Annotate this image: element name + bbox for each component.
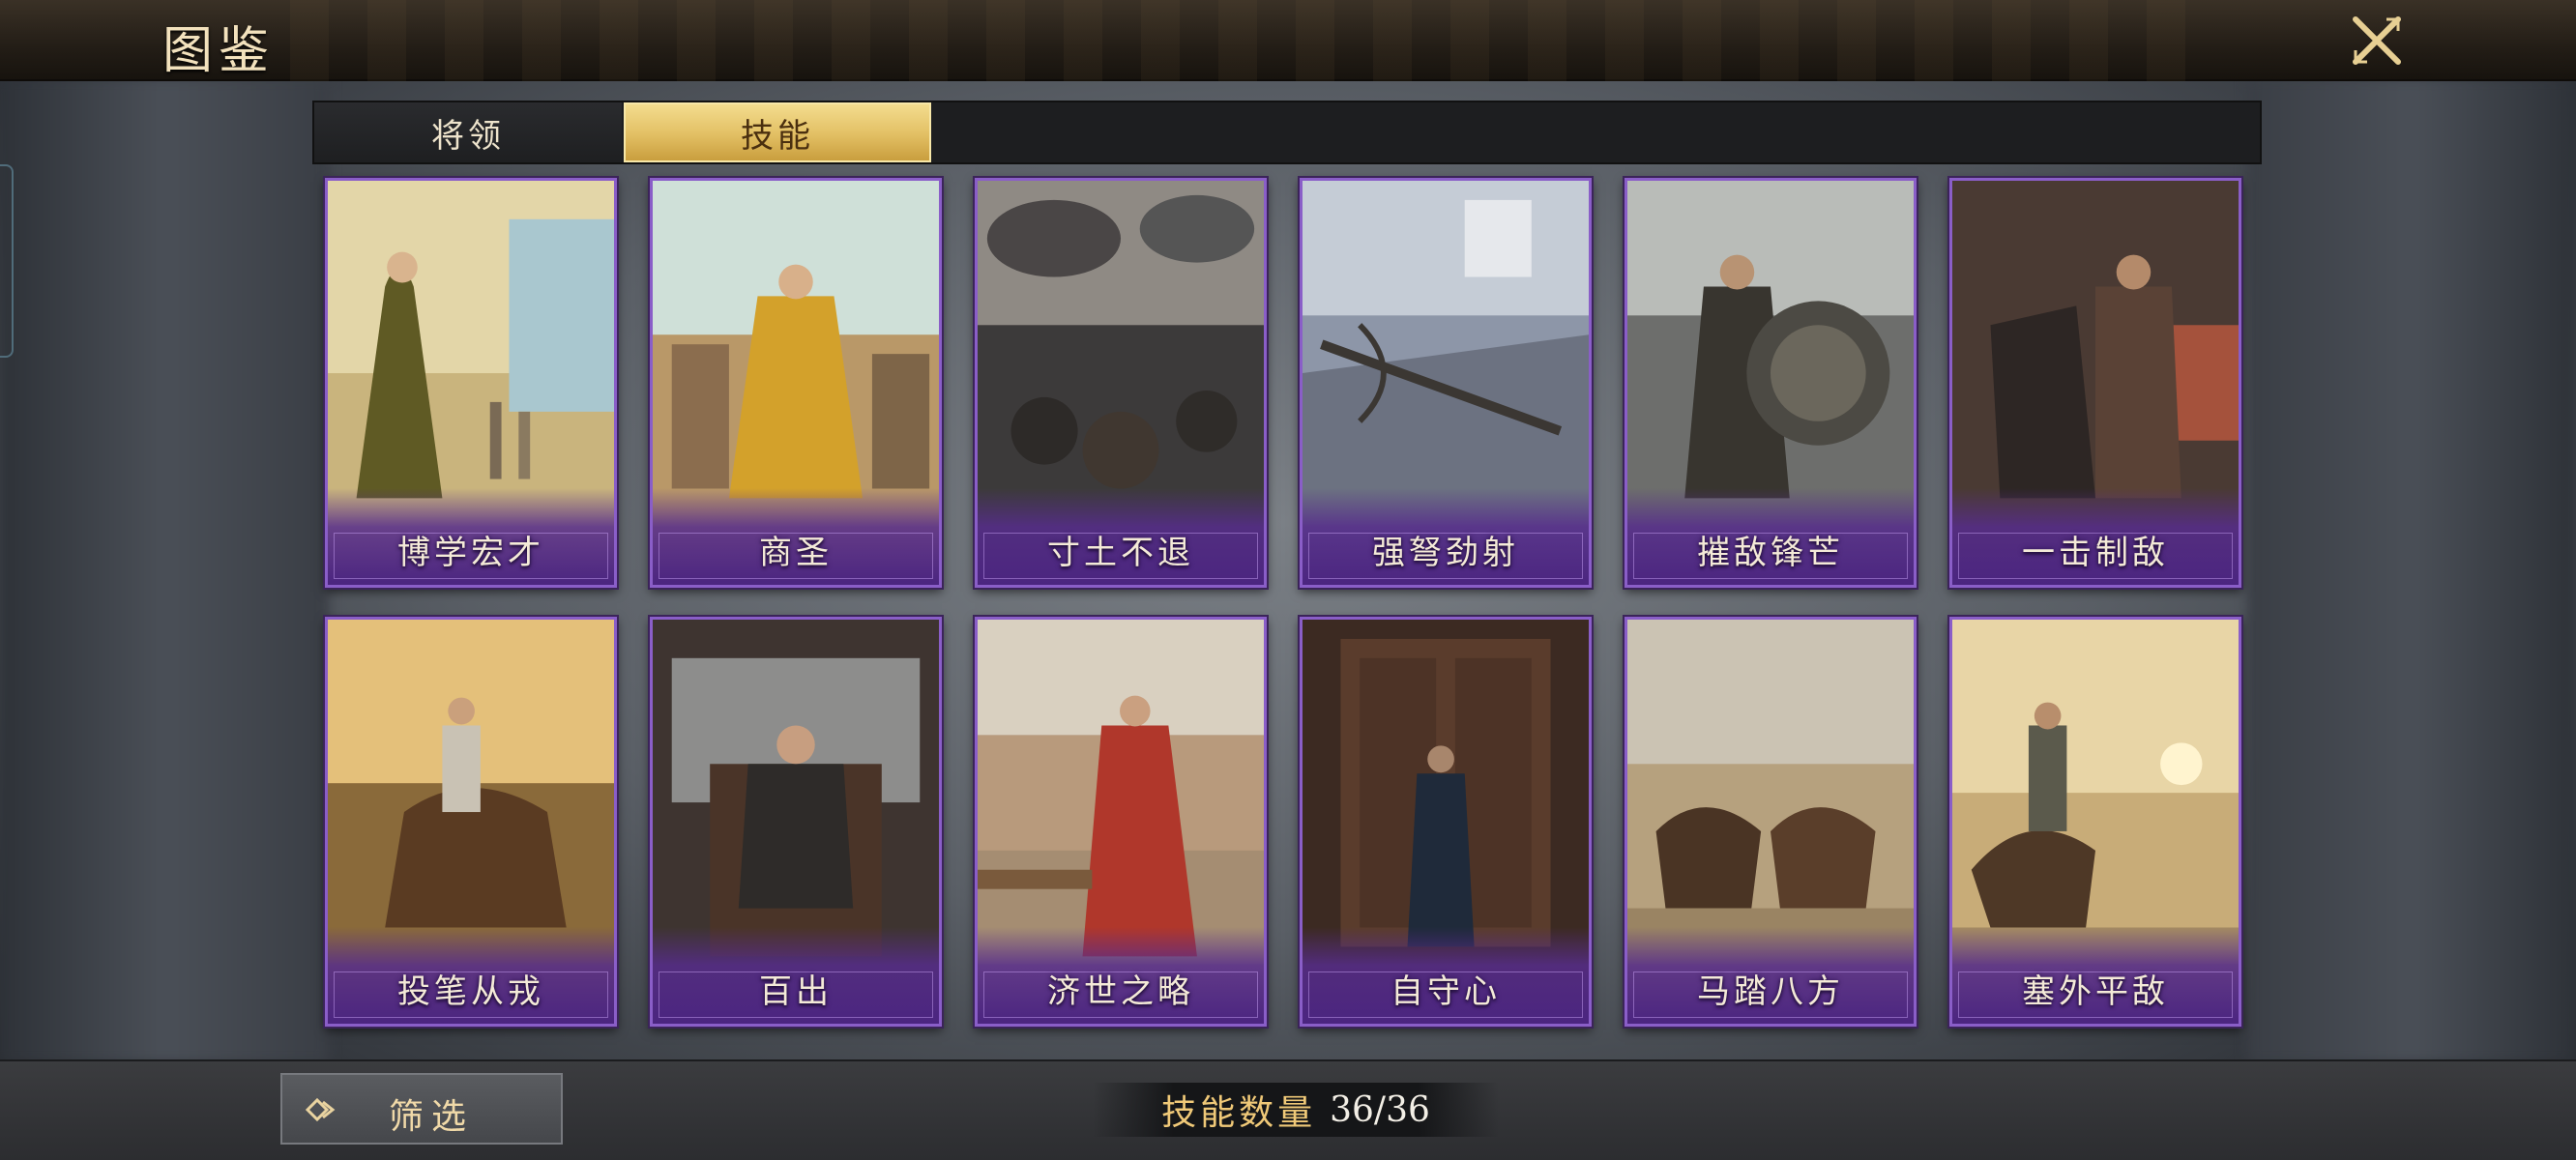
card-name: 商圣 <box>759 534 833 572</box>
skill-card[interactable]: 博学宏才 <box>325 178 617 588</box>
page-title: 图鉴 <box>162 22 276 80</box>
skill-card-grid: 博学宏才 商圣 寸土不退 强弩劲射 摧敌锋芒 一击制敌 投笔从戎 百出 济世之略… <box>325 178 2259 1044</box>
card-name: 塞外平敌 <box>2022 972 2169 1011</box>
skill-card[interactable]: 百出 <box>650 617 942 1027</box>
backdrop-right <box>2247 77 2576 1063</box>
skill-card[interactable]: 济世之略 <box>975 617 1267 1027</box>
card-name: 自守心 <box>1390 972 1501 1011</box>
skill-count-value: 36/36 <box>1330 1089 1430 1130</box>
skill-card[interactable]: 寸土不退 <box>975 178 1267 588</box>
card-name: 摧敌锋芒 <box>1697 534 1844 572</box>
skill-count-label: 技能数量 <box>1161 1093 1317 1133</box>
skill-card[interactable]: 摧敌锋芒 <box>1625 178 1917 588</box>
skill-card[interactable]: 强弩劲射 <box>1300 178 1592 588</box>
filter-label: 筛选 <box>389 1097 475 1137</box>
skill-card[interactable]: 商圣 <box>650 178 942 588</box>
card-name: 马踏八方 <box>1697 972 1844 1011</box>
tab-skills[interactable]: 技能 <box>624 102 931 162</box>
card-name: 百出 <box>759 972 833 1011</box>
skill-card[interactable]: 自守心 <box>1300 617 1592 1027</box>
backdrop-left <box>0 77 329 1063</box>
filter-button[interactable]: 筛选 <box>280 1073 563 1145</box>
card-name: 寸土不退 <box>1047 534 1194 572</box>
diamond-arrow-icon <box>305 1097 336 1122</box>
card-name: 强弩劲射 <box>1372 534 1519 572</box>
skill-card[interactable]: 马踏八方 <box>1625 617 1917 1027</box>
header-ornament <box>290 0 2224 81</box>
card-name: 一击制敌 <box>2022 534 2169 572</box>
side-panel-edge <box>0 164 14 358</box>
card-name: 投笔从戎 <box>397 972 544 1011</box>
close-x-icon <box>2353 16 2401 65</box>
close-button[interactable] <box>2348 12 2406 70</box>
header-bar: 图鉴 <box>0 0 2576 81</box>
tab-generals[interactable]: 将领 <box>314 102 622 162</box>
tab-bar: 将领 技能 <box>312 101 2262 164</box>
footer-bar: 筛选 技能数量 36/36 <box>0 1059 2576 1160</box>
skill-card[interactable]: 一击制敌 <box>1949 178 2241 588</box>
card-name: 济世之略 <box>1047 972 1194 1011</box>
skill-count: 技能数量 36/36 <box>1093 1083 1499 1137</box>
card-name: 博学宏才 <box>397 534 544 572</box>
skill-card[interactable]: 投笔从戎 <box>325 617 617 1027</box>
skill-card[interactable]: 塞外平敌 <box>1949 617 2241 1027</box>
